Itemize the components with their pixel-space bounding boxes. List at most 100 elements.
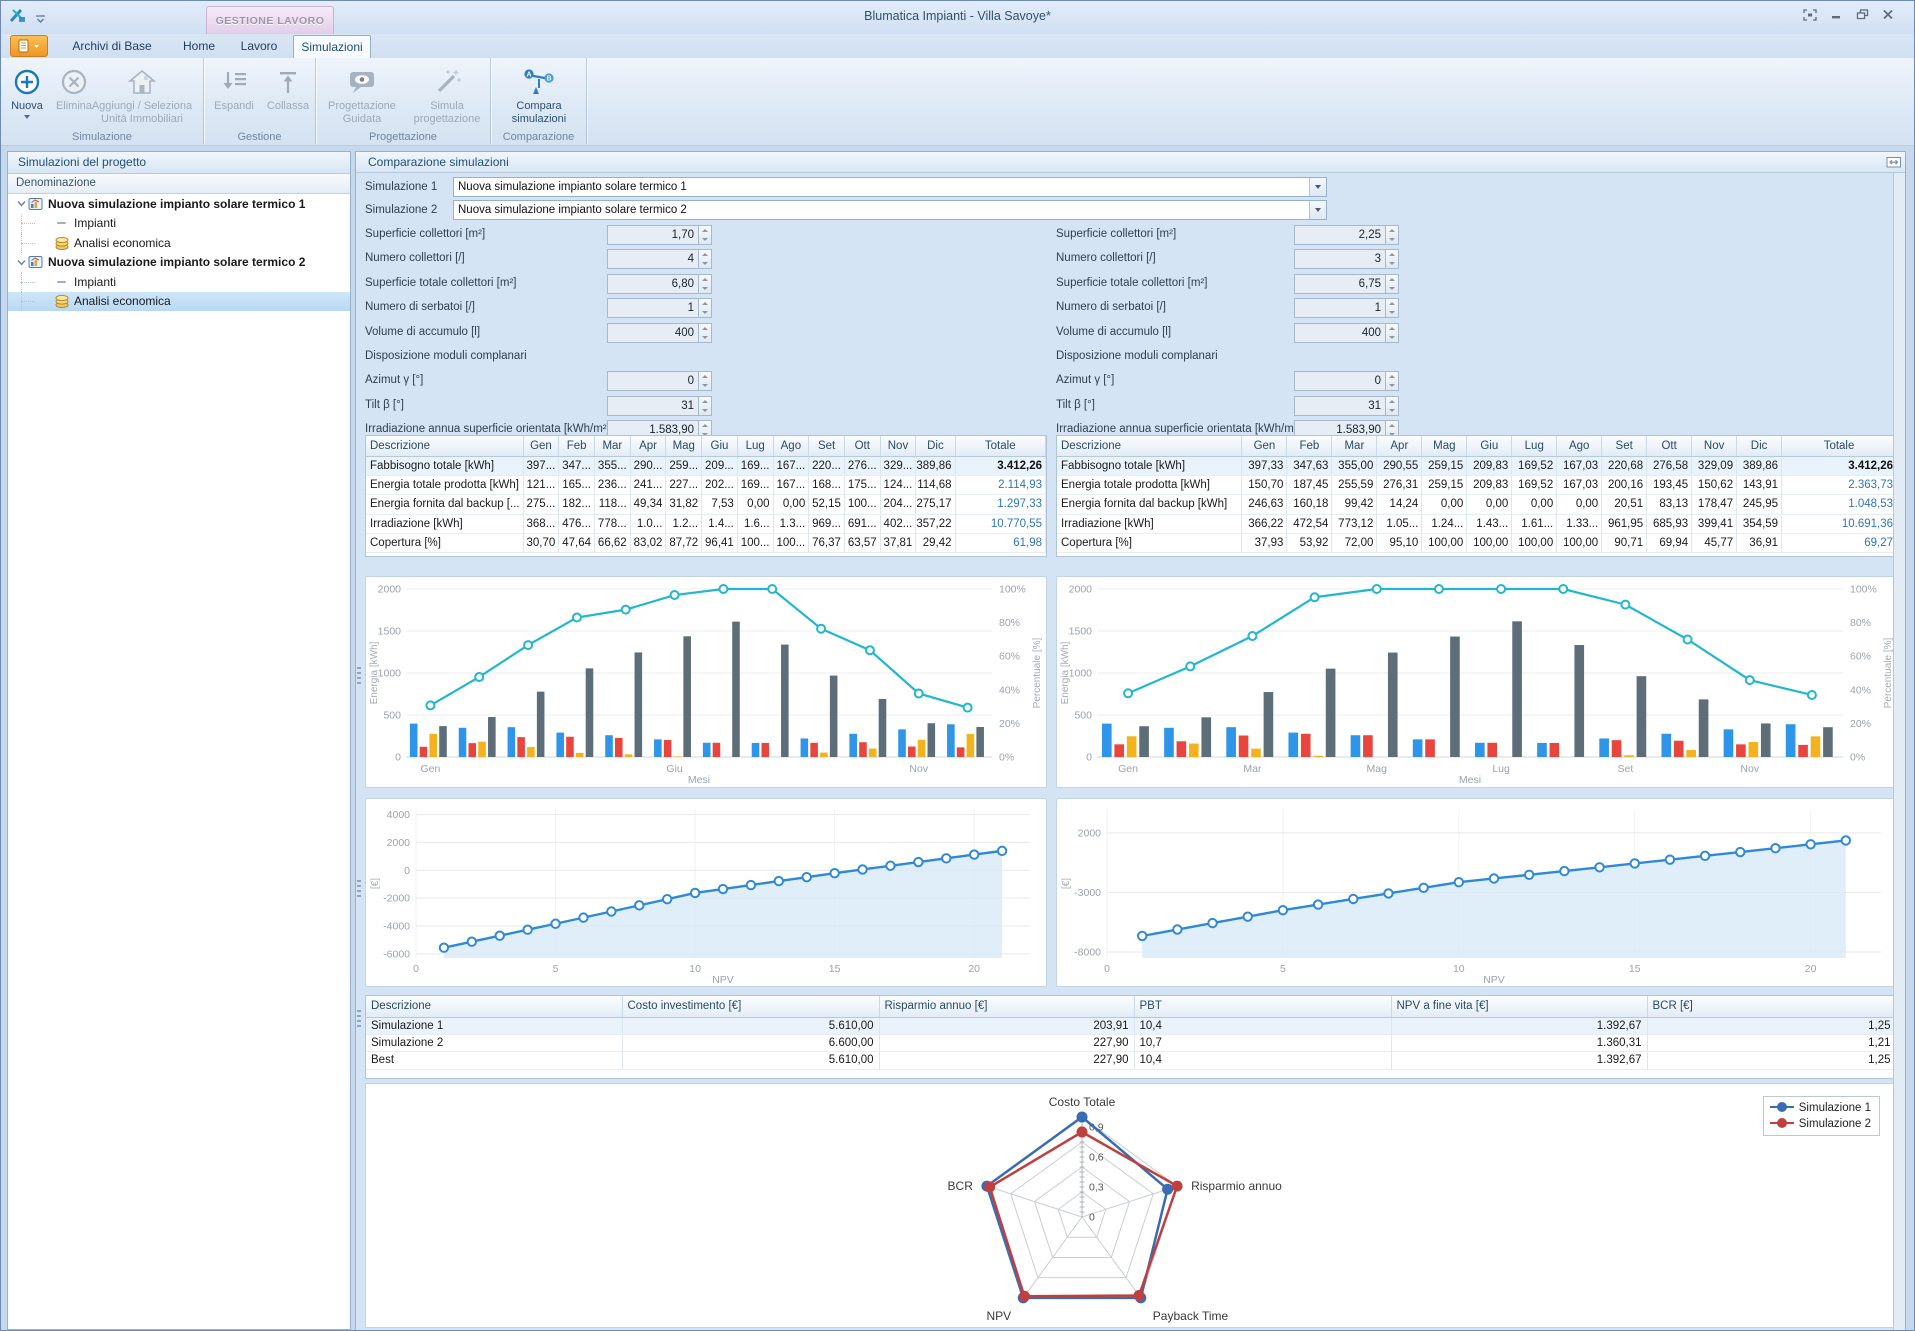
spinner[interactable] [1386,249,1399,269]
column-header[interactable]: Feb [559,436,595,456]
numero-di-serbatoi--input[interactable]: 1 [1294,298,1386,318]
spinner-up-icon[interactable] [1389,253,1395,256]
spinner[interactable] [1386,371,1399,391]
summary-column-header[interactable]: NPV a fine vita [€] [1391,996,1647,1017]
spinner[interactable] [699,274,712,294]
table-row[interactable]: Energia fornita dal backup [...275...182… [366,495,1046,514]
azimut--input[interactable]: 0 [607,371,699,391]
column-header[interactable]: Giu [1467,436,1512,456]
table-row[interactable]: Energia fornita dal backup [kWh]246,6316… [1057,495,1897,514]
spinner-down-icon[interactable] [702,287,708,290]
column-header[interactable]: Dic [916,436,955,456]
summary-row-simulazione-1[interactable]: Simulazione 15.610,00203,9110,41.392,671… [366,1017,1896,1034]
spinner-up-icon[interactable] [702,278,708,281]
tree-column-header[interactable]: Denominazione [8,174,350,194]
tree-item-impianti[interactable]: Impianti [8,214,350,234]
spinner-up-icon[interactable] [1389,278,1395,281]
numero-di-serbatoi--input[interactable]: 1 [607,298,699,318]
azimut--input[interactable]: 0 [1294,371,1386,391]
volume-di-accumulo-l--input[interactable]: 400 [607,323,699,343]
legend-item[interactable]: Simulazione 2 [1769,1116,1871,1132]
table-row[interactable]: Copertura [%]30,7047,6466,6283,0287,7296… [366,534,1046,553]
minimize-button[interactable] [1828,7,1844,22]
tree-item-simulation-1[interactable]: Nuova simulazione impianto solare termic… [8,194,350,214]
tree-item-analisi-economica[interactable]: Analisi economica [8,292,350,312]
summary-column-header[interactable]: PBT [1134,996,1391,1017]
tilt--input[interactable]: 31 [607,396,699,416]
spinner-down-icon[interactable] [702,336,708,339]
tree-item-analisi-economica[interactable]: Analisi economica [8,233,350,253]
spinner-up-icon[interactable] [702,375,708,378]
column-header[interactable]: Gen [523,436,559,456]
close-button[interactable] [1880,7,1896,22]
spinner-down-icon[interactable] [702,262,708,265]
tree-expander[interactable] [16,198,28,209]
spinner-down-icon[interactable] [1389,262,1395,265]
row-drag-grip[interactable] [357,1010,361,1028]
scrollbar-track[interactable] [1893,173,1905,1331]
column-header[interactable]: Lug [1512,436,1557,456]
tab-lavoro[interactable]: Lavoro [231,35,287,58]
column-header[interactable]: Feb [1287,436,1332,456]
tab-home[interactable]: Home [173,35,225,58]
table-row[interactable]: Energia totale prodotta [kWh]121...165..… [366,475,1046,494]
spinner-down-icon[interactable] [1389,409,1395,412]
summary-column-header[interactable]: BCR [€] [1647,996,1896,1017]
spinner-up-icon[interactable] [702,229,708,232]
table-row[interactable]: Irradiazione [kWh]366,22472,54773,121.05… [1057,514,1897,533]
spinner-down-icon[interactable] [702,311,708,314]
spinner[interactable] [699,323,712,343]
fullscreen-button[interactable] [1802,7,1818,22]
spinner[interactable] [699,298,712,318]
fit-width-button[interactable] [1886,154,1902,170]
column-header[interactable]: Totale [1782,436,1897,456]
spinner[interactable] [1386,396,1399,416]
table-row[interactable]: Fabbisogno totale [kWh]397...347...355..… [366,456,1046,475]
tab-archivi-di-base[interactable]: Archivi di Base [57,35,167,58]
spinner[interactable] [1386,323,1399,343]
column-header[interactable]: Dic [1737,436,1782,456]
column-header[interactable]: Descrizione [366,436,523,456]
spinner-down-icon[interactable] [1389,287,1395,290]
aggiungi-seleziona-button[interactable]: Aggiungi / Seleziona Unità Immobiliari [83,61,201,125]
spinner-down-icon[interactable] [1389,384,1395,387]
column-header[interactable]: Nov [1692,436,1737,456]
spinner-down-icon[interactable] [702,238,708,241]
superficie-totale-collettori-m--input[interactable]: 6,75 [1294,274,1386,294]
spinner-down-icon[interactable] [1389,311,1395,314]
chevron-down-icon[interactable] [1309,178,1326,196]
column-header[interactable]: Descrizione [1057,436,1242,456]
column-header[interactable]: Totale [955,436,1045,456]
spinner[interactable] [699,371,712,391]
summary-row-simulazione-2[interactable]: Simulazione 26.600,00227,9010,71.360,311… [366,1034,1896,1051]
spinner[interactable] [1386,225,1399,245]
column-header[interactable]: Mar [595,436,631,456]
superficie-totale-collettori-m--input[interactable]: 6,80 [607,274,699,294]
column-header[interactable]: Gen [1242,436,1287,456]
column-header[interactable]: Mag [1422,436,1467,456]
chevron-down-icon[interactable] [1309,201,1326,219]
table-row[interactable]: Copertura [%]37,9353,9272,0095,10100,001… [1057,534,1897,553]
summary-column-header[interactable]: Costo investimento [€] [622,996,879,1017]
legend-item[interactable]: Simulazione 1 [1769,1100,1871,1116]
summary-column-header[interactable]: Descrizione [366,996,622,1017]
column-header[interactable]: Ott [1647,436,1692,456]
spinner-down-icon[interactable] [1389,336,1395,339]
column-header[interactable]: Ago [773,436,809,456]
compara-simulazioni-button[interactable]: AB Compara simulazioni [496,61,582,125]
superficie-collettori-m--input[interactable]: 2,25 [1294,225,1386,245]
table-row[interactable]: Fabbisogno totale [kWh]397,33347,63355,0… [1057,456,1897,475]
row-drag-grip[interactable] [357,880,361,898]
column-header[interactable]: Set [809,436,845,456]
column-header[interactable]: Apr [1377,436,1422,456]
spinner-up-icon[interactable] [1389,327,1395,330]
column-header[interactable]: Giu [702,436,738,456]
spinner[interactable] [699,225,712,245]
tree-item-simulation-2[interactable]: Nuova simulazione impianto solare termic… [8,253,350,273]
spinner[interactable] [699,396,712,416]
spinner-down-icon[interactable] [1389,238,1395,241]
chevron-down-icon[interactable] [16,257,27,268]
column-header[interactable]: Nov [880,436,916,456]
column-header[interactable]: Apr [630,436,666,456]
table-row[interactable]: Irradiazione [kWh]368...476...778...1.0.… [366,514,1046,533]
